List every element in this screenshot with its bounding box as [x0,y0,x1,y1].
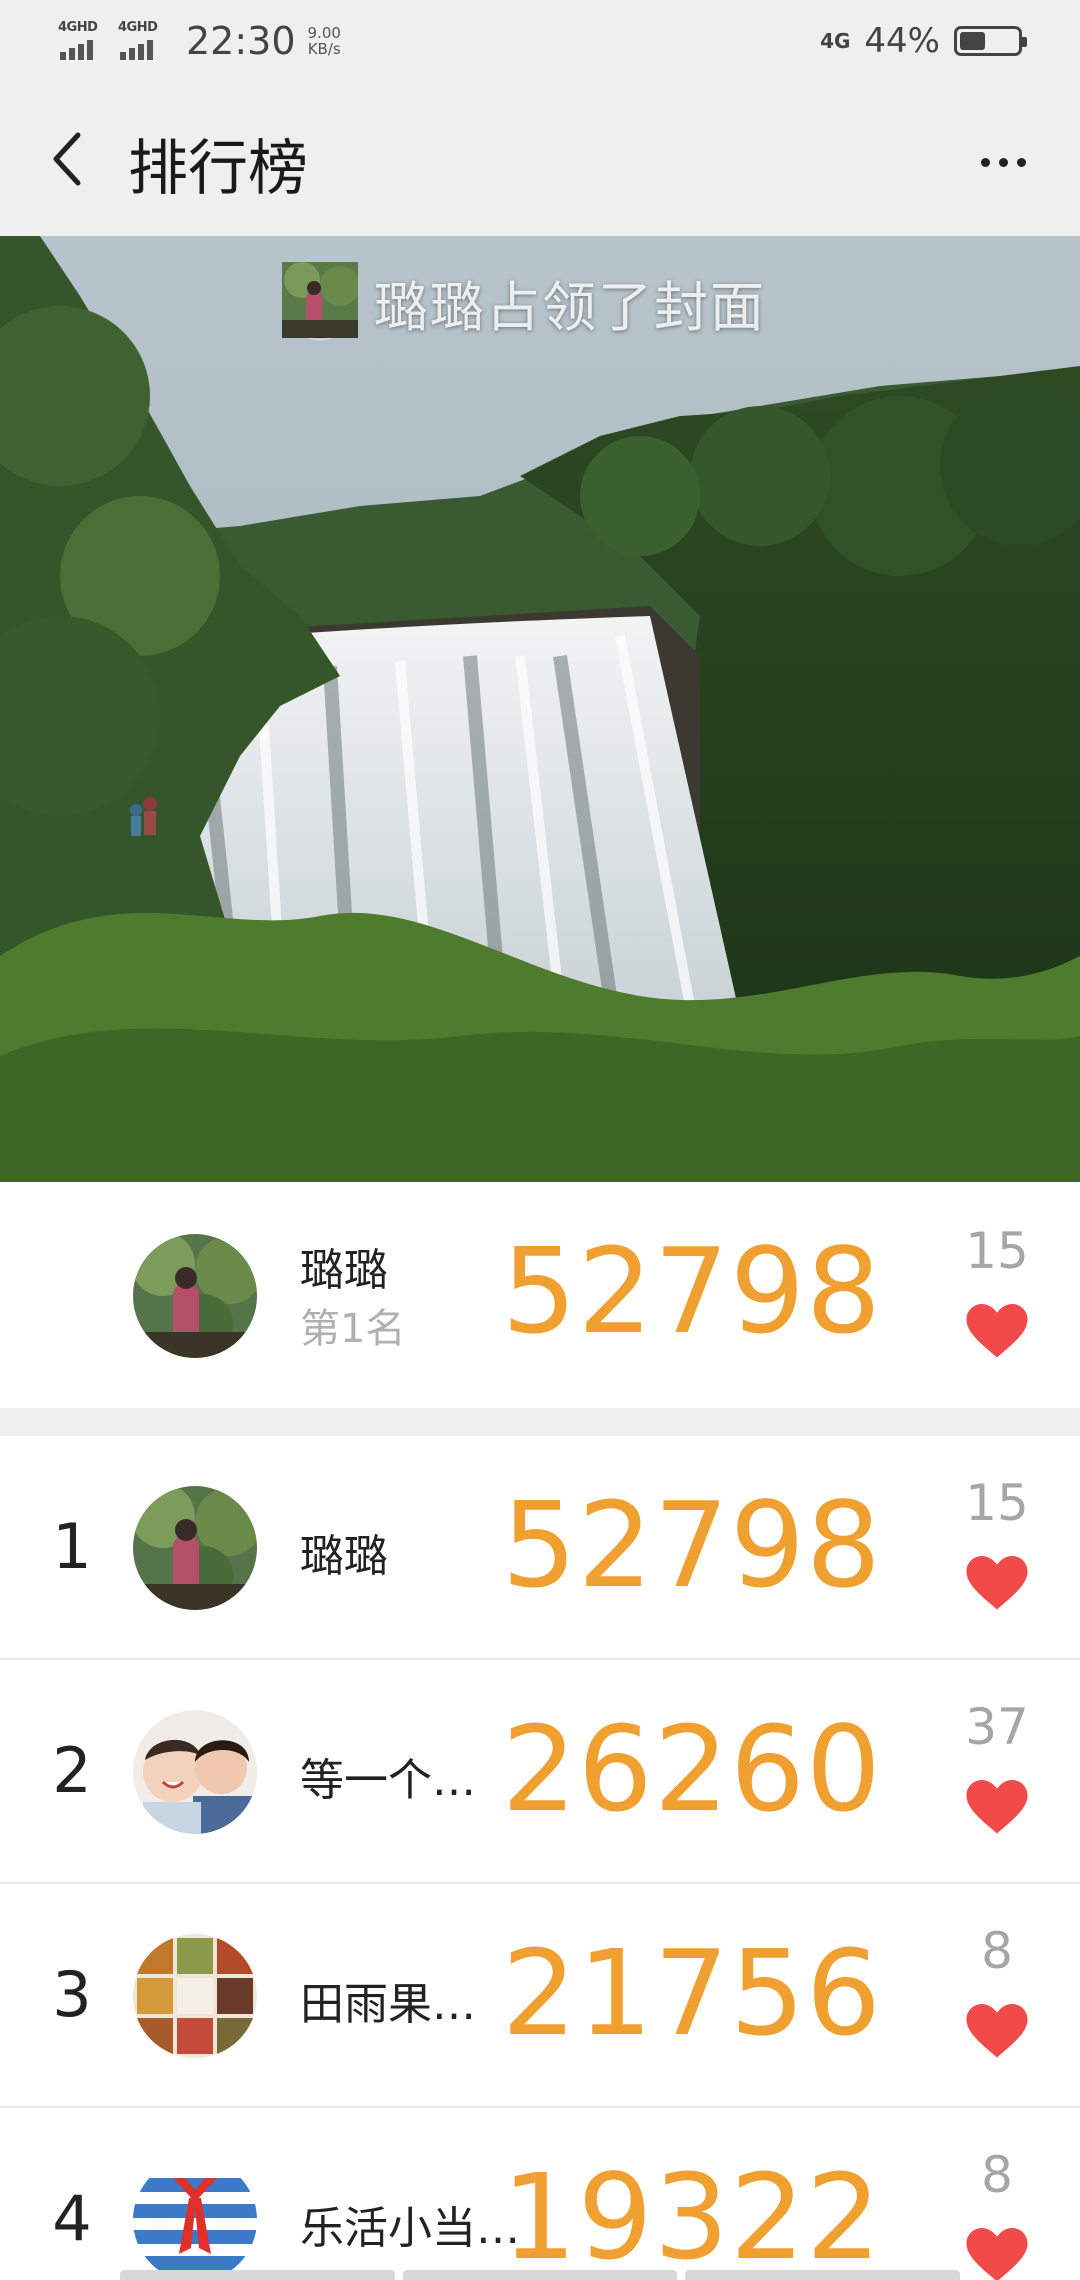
network-label: 4GHD [58,20,98,35]
chevron-left-icon [53,132,81,186]
clock: 22:30 [186,19,296,63]
step-count: 52798 [501,1222,882,1360]
network-type: 4G [820,29,851,53]
more-button[interactable] [968,132,1038,192]
user-name: 璐璐 [300,1245,388,1296]
more-dot-icon [998,157,1008,167]
my-rank-card[interactable]: 璐璐 第1名 52798 15 [0,1182,1080,1408]
avatar[interactable] [282,262,358,340]
user-name: 乐活小当… [300,2203,520,2254]
avatar[interactable] [133,1934,257,2058]
cover-caption-text: 璐璐占领了封面 [374,275,766,339]
rank-number: 2 [52,1734,92,1807]
like-count: 15 [965,1222,1029,1280]
rank-number: 4 [52,2182,92,2255]
battery-fill [960,32,985,50]
ranking-row[interactable]: 3 田雨果… 21756 8 [0,1884,1080,2108]
cover-image [0,236,1080,1182]
signal-icon: 4GHD [118,18,170,64]
more-dot-icon [980,157,990,167]
cover-banner[interactable]: 璐璐占领了封面 [0,236,1080,1182]
heart-icon[interactable] [966,1304,1028,1360]
ranking-row[interactable]: 4 乐活小当… 19322 8 [0,2108,1080,2280]
title-bar: 排行榜 [0,82,1080,236]
heart-icon[interactable] [966,2228,1028,2280]
network-speed: 9.00 KB/s [308,25,341,57]
speed-value: 9.00 [307,24,341,42]
ranking-row[interactable]: 2 等一个… 26260 37 [0,1660,1080,1884]
status-right: 4G 44% [820,18,1027,64]
status-bar: 4GHD 4GHD 22:30 9.00 KB/s 4G 44% [0,0,1080,82]
avatar-image [133,1486,257,1610]
avatar[interactable] [133,1486,257,1610]
user-name: 田雨果… [300,1979,476,2030]
page-title: 排行榜 [128,134,308,204]
ranking-row[interactable]: 1 璐璐 52798 15 [0,1436,1080,1660]
toolbar-tab-edge [120,2270,395,2280]
heart-icon[interactable] [966,1780,1028,1836]
toolbar-tab-edge [685,2270,961,2280]
back-button[interactable] [38,129,98,189]
section-divider [0,1408,1080,1436]
speed-unit: KB/s [307,40,341,58]
network-label: 4GHD [118,20,158,35]
step-count: 26260 [501,1700,882,1838]
battery-icon [954,26,1027,56]
rank-number: 1 [52,1510,92,1583]
like-count: 8 [981,2146,1013,2204]
bottom-toolbar-edge [120,2270,961,2280]
cover-caption: 璐璐占领了封面 [282,262,766,342]
like-count: 15 [965,1474,1029,1532]
avatar[interactable] [133,1710,257,1834]
like-count: 37 [965,1698,1029,1756]
avatar[interactable] [133,2158,257,2280]
avatar-image [133,1234,257,1358]
user-name: 璐璐 [300,1531,388,1582]
signal-icon: 4GHD [58,18,110,64]
avatar[interactable] [133,1234,257,1358]
more-dot-icon [1016,157,1026,167]
heart-icon[interactable] [966,1556,1028,1612]
avatar-image [133,1710,257,1834]
avatar-image [282,262,358,338]
avatar-image [133,1934,257,2058]
avatar-image [133,2158,257,2280]
step-count: 21756 [501,1924,882,2062]
like-count: 8 [981,1922,1013,1980]
status-left: 4GHD 4GHD 22:30 9.00 KB/s [58,18,341,64]
user-name: 等一个… [300,1755,476,1806]
step-count: 52798 [501,1476,882,1614]
battery-percent: 44% [864,21,940,61]
heart-icon[interactable] [966,2004,1028,2060]
step-count: 19322 [501,2148,882,2280]
rank-number: 3 [52,1958,92,2031]
rank-position: 第1名 [300,1306,406,1352]
toolbar-tab-edge [402,2270,678,2280]
